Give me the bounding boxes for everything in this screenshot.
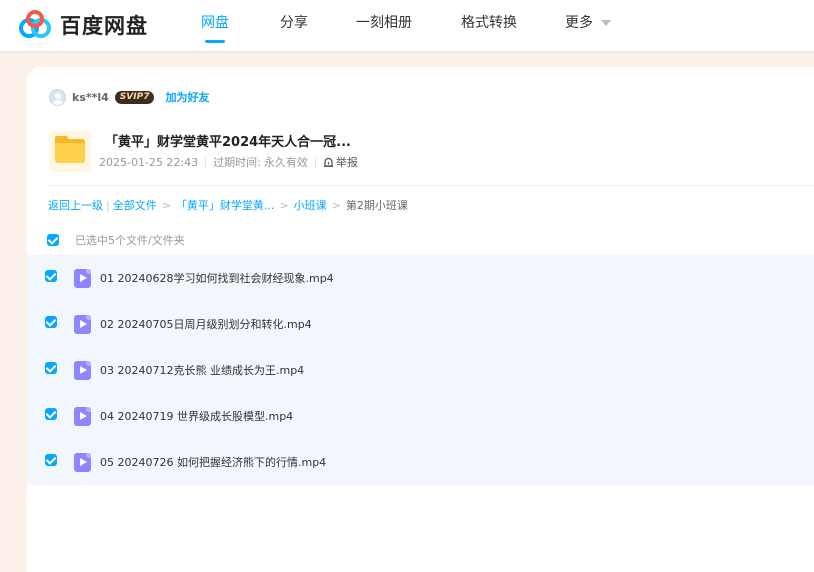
breadcrumb-item[interactable]: 「黄平」财学堂黄... [176, 197, 275, 213]
file-row[interactable]: 02 20240705日周月级别划分和转化.mp4 [27, 301, 814, 347]
top-header: 百度网盘 网盘 分享 一刻相册 格式转换 更多 [0, 0, 814, 51]
brand-name: 百度网盘 [60, 14, 148, 38]
nav-item-format-convert[interactable]: 格式转换 [461, 0, 517, 51]
add-friend-link[interactable]: 加为好友 [165, 89, 209, 105]
breadcrumb-item[interactable]: 小班课 [294, 197, 327, 213]
avatar[interactable] [49, 88, 66, 106]
file-name[interactable]: 04 20240719 世界级成长股模型.mp4 [100, 408, 293, 424]
file-name[interactable]: 05 20240726 如何把握经济熊下的行情.mp4 [100, 454, 326, 470]
video-file-icon [74, 315, 91, 334]
brand-logo[interactable]: 百度网盘 [18, 10, 148, 40]
nav-item-label: 分享 [280, 15, 308, 31]
nav-item-more[interactable]: 更多 [565, 0, 611, 51]
file-name[interactable]: 01 20240628学习如何找到社会财经现象.mp4 [100, 270, 334, 286]
file-checkbox[interactable] [45, 316, 57, 328]
breadcrumb-current: 第2期小班课 [345, 199, 408, 212]
selection-count: 已选中5个文件/文件夹 [75, 234, 185, 247]
file-checkbox[interactable] [45, 270, 57, 282]
file-list: 01 20240628学习如何找到社会财经现象.mp4 02 20240705日… [27, 255, 814, 485]
share-meta: 2025-01-25 22:43 过期时间: 永久有效 举报 [99, 154, 358, 170]
file-checkbox[interactable] [45, 408, 57, 420]
select-all-row: 已选中5个文件/文件夹 [47, 233, 185, 247]
file-row[interactable]: 01 20240628学习如何找到社会财经现象.mp4 [27, 255, 814, 301]
breadcrumb: 返回上一级 | 全部文件 > 「黄平」财学堂黄... > 小班课 > 第2期小班… [48, 197, 408, 213]
header-divider [48, 185, 814, 186]
nav-item-label: 格式转换 [461, 15, 517, 31]
breadcrumb-separator: > [279, 198, 289, 212]
video-file-icon [74, 269, 91, 288]
expire-value: 永久有效 [263, 156, 308, 169]
file-row[interactable]: 04 20240719 世界级成长股模型.mp4 [27, 393, 814, 439]
share-title: 「黄平」财学堂黄平2024年天人合一冠... [105, 135, 351, 150]
nav-item-netdisk[interactable]: 网盘 [201, 0, 229, 51]
report-label: 举报 [335, 156, 358, 169]
nav-item-album[interactable]: 一刻相册 [356, 0, 412, 51]
nav-item-label: 网盘 [201, 15, 229, 31]
report-link[interactable]: 举报 [323, 154, 358, 170]
meta-divider [314, 157, 316, 167]
breadcrumb-separator: > [161, 198, 171, 212]
video-file-icon [74, 361, 91, 380]
sharer-info: ks**l4 SVIP7 加为好友 [49, 88, 209, 106]
file-row[interactable]: 05 20240726 如何把握经济熊下的行情.mp4 [27, 439, 814, 485]
share-card: ks**l4 SVIP7 加为好友 「黄平」财学堂黄平2024年天人合一冠...… [27, 67, 814, 572]
breadcrumb-separator: > [331, 198, 341, 212]
main-nav: 网盘 分享 一刻相册 格式转换 更多 [201, 0, 611, 51]
video-file-icon [74, 453, 91, 472]
meta-divider [205, 157, 207, 167]
nav-item-label: 更多 [565, 15, 593, 31]
breadcrumb-back[interactable]: 返回上一级 [48, 197, 103, 213]
file-row[interactable]: 03 20240712克长熊 业绩成长为王.mp4 [27, 347, 814, 393]
share-date: 2025-01-25 22:43 [99, 155, 199, 169]
breadcrumb-pipe: | [106, 198, 110, 212]
chevron-down-icon [601, 20, 611, 26]
file-name[interactable]: 02 20240705日周月级别划分和转化.mp4 [100, 316, 312, 332]
breadcrumb-all-files[interactable]: 全部文件 [113, 197, 157, 213]
nav-item-share[interactable]: 分享 [280, 0, 308, 51]
folder-icon [49, 130, 91, 172]
file-checkbox[interactable] [45, 454, 57, 466]
share-header: 「黄平」财学堂黄平2024年天人合一冠... 2025-01-25 22:43 … [49, 127, 814, 185]
file-name[interactable]: 03 20240712克长熊 业绩成长为王.mp4 [100, 362, 304, 378]
file-checkbox[interactable] [45, 362, 57, 374]
vip-badge: SVIP7 [114, 90, 155, 104]
alarm-icon [323, 157, 333, 167]
nav-item-label: 一刻相册 [356, 15, 412, 31]
expire-label: 过期时间: [213, 156, 261, 169]
sharer-username[interactable]: ks**l4 [72, 91, 109, 104]
video-file-icon [74, 407, 91, 426]
select-all-checkbox[interactable] [47, 234, 59, 246]
baidu-netdisk-logo-icon [19, 10, 51, 38]
